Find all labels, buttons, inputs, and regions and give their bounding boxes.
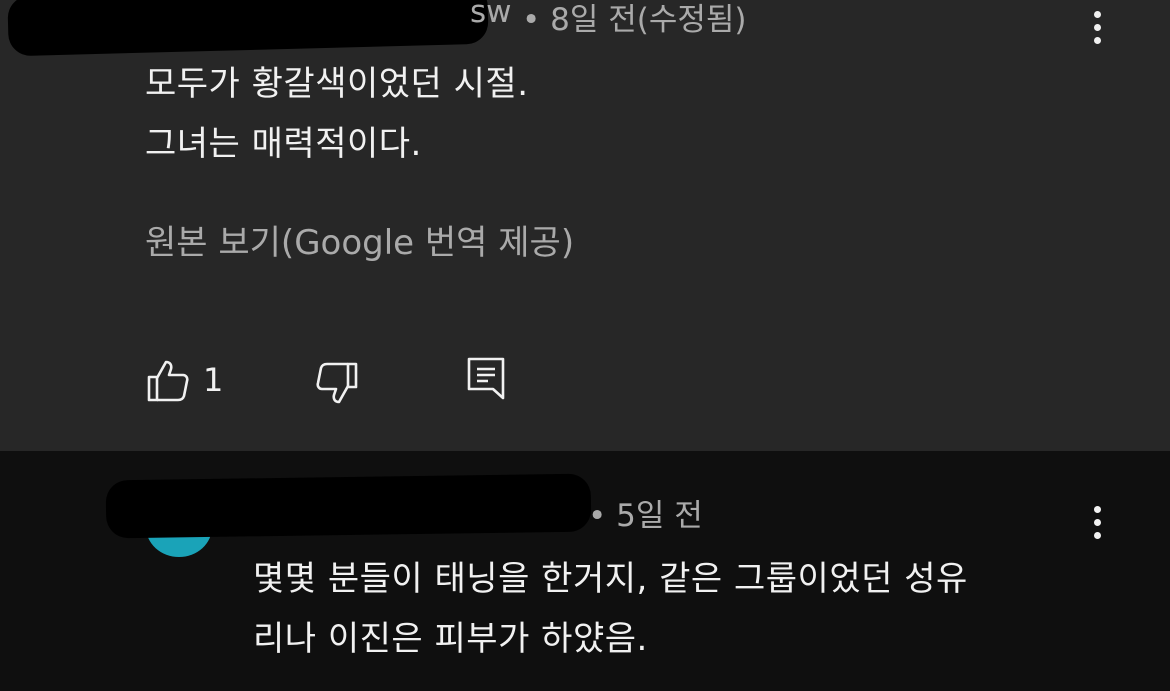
- redacted-author-name: [105, 473, 592, 539]
- thumbs-up-icon: [147, 360, 189, 402]
- comment-reply-2: • 5일 전 몇몇 분들이 태닝을 한거지, 같은 그룹이었던 성유 리나 이진…: [0, 451, 1170, 691]
- comment-timestamp: • 8일 전(수정됨): [522, 2, 747, 38]
- more-vert-icon[interactable]: [1083, 8, 1113, 48]
- reply-button[interactable]: [466, 356, 508, 402]
- like-count: 1: [203, 361, 224, 399]
- author-name-fragment[interactable]: sw: [470, 0, 512, 30]
- comment-text-line-2: 그녀는 매력적이다.: [145, 124, 422, 164]
- see-original-link[interactable]: 원본 보기(Google 번역 제공): [145, 215, 574, 264]
- comment-text-line-1: 모두가 황갈색이었던 시절.: [145, 64, 529, 104]
- reply-icon: [467, 357, 505, 400]
- redacted-author-name: [7, 0, 489, 57]
- more-vert-icon[interactable]: [1083, 503, 1113, 543]
- comment-text-line-2: 리나 이진은 피부가 하얐음.: [253, 619, 648, 659]
- comment-timestamp: • 5일 전: [588, 498, 703, 534]
- comment-thread-1: sw • 8일 전(수정됨) 모두가 황갈색이었던 시절. 그녀는 매력적이다.…: [0, 0, 1170, 451]
- like-button[interactable]: [145, 358, 191, 404]
- comment-text-line-1: 몇몇 분들이 태닝을 한거지, 같은 그룹이었던 성유: [253, 559, 968, 599]
- thumbs-down-icon: [316, 362, 358, 404]
- dislike-button[interactable]: [314, 360, 360, 406]
